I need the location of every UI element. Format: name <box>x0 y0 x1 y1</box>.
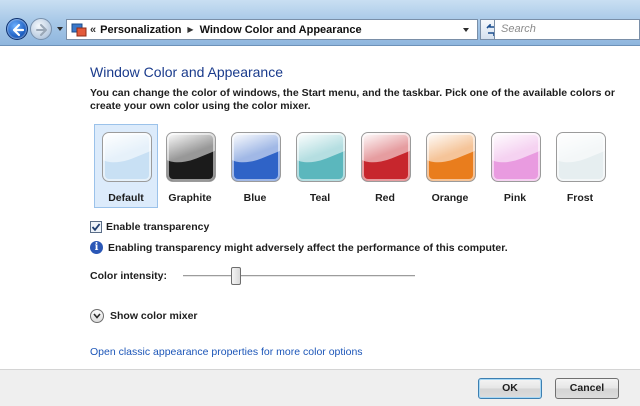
swatch-teal[interactable]: Teal <box>288 124 352 208</box>
swatch-blue[interactable]: Blue <box>223 124 287 208</box>
recent-pages-dropdown-icon[interactable] <box>55 24 65 34</box>
enable-transparency-checkbox[interactable] <box>90 221 102 233</box>
show-color-mixer-label[interactable]: Show color mixer <box>110 310 198 322</box>
swatch-blue-label: Blue <box>243 192 267 204</box>
title-bar: « Personalization ▶ Window Color and App… <box>0 0 640 46</box>
transparency-info-text: Enabling transparency might adversely af… <box>108 241 508 254</box>
address-bar[interactable]: « Personalization ▶ Window Color and App… <box>66 19 478 40</box>
address-overflow-chevron[interactable]: « <box>90 24 96 36</box>
forward-button[interactable] <box>30 18 52 40</box>
swatch-red[interactable]: Red <box>353 124 417 208</box>
back-arrow-icon <box>12 23 25 37</box>
color-intensity-slider-thumb[interactable] <box>231 267 242 285</box>
swatch-frost-tile[interactable] <box>556 132 606 182</box>
classic-appearance-link[interactable]: Open classic appearance properties for m… <box>90 346 363 358</box>
color-intensity-slider[interactable] <box>183 275 415 278</box>
swatch-frost[interactable]: Frost <box>548 124 612 208</box>
swatch-graphite-label: Graphite <box>168 192 212 204</box>
ok-button[interactable]: OK <box>478 378 542 399</box>
swatch-orange[interactable]: Orange <box>418 124 482 208</box>
swatch-red-tile[interactable] <box>361 132 411 182</box>
swatch-red-label: Red <box>375 192 395 204</box>
control-panel-icon <box>71 23 87 37</box>
swatch-default-tile[interactable] <box>102 132 152 182</box>
swatch-pink-tile[interactable] <box>491 132 541 182</box>
cancel-button[interactable]: Cancel <box>555 378 619 399</box>
swatch-graphite-tile[interactable] <box>166 132 216 182</box>
show-color-mixer-toggle[interactable]: Show color mixer <box>90 309 198 323</box>
checkmark-icon <box>91 223 101 232</box>
swatch-default[interactable]: Default <box>94 124 158 208</box>
page-description: You can change the color of windows, the… <box>90 87 615 112</box>
info-icon: i <box>90 241 103 254</box>
search-input[interactable]: Search <box>494 19 640 40</box>
enable-transparency-row[interactable]: Enable transparency <box>90 221 209 233</box>
transparency-info: i Enabling transparency might adversely … <box>90 241 508 254</box>
breadcrumb-window-color[interactable]: Window Color and Appearance <box>200 24 362 36</box>
chevron-down-icon[interactable] <box>90 309 104 323</box>
swatch-orange-label: Orange <box>431 192 469 204</box>
swatch-pink-label: Pink <box>503 192 527 204</box>
swatch-orange-tile[interactable] <box>426 132 476 182</box>
address-dropdown-icon[interactable] <box>461 25 471 35</box>
swatch-graphite[interactable]: Graphite <box>158 124 222 208</box>
dialog-footer <box>0 369 640 406</box>
forward-arrow-icon <box>36 24 47 36</box>
breadcrumb-personalization[interactable]: Personalization <box>100 24 181 36</box>
swatch-frost-label: Frost <box>566 192 594 204</box>
back-button[interactable] <box>6 18 28 40</box>
swatch-pink[interactable]: Pink <box>483 124 547 208</box>
swatch-blue-tile[interactable] <box>231 132 281 182</box>
swatch-default-label: Default <box>108 192 144 204</box>
swatch-teal-tile[interactable] <box>296 132 346 182</box>
enable-transparency-label[interactable]: Enable transparency <box>106 221 209 233</box>
page-title: Window Color and Appearance <box>90 64 284 80</box>
swatch-teal-label: Teal <box>309 192 331 204</box>
breadcrumb-separator-icon[interactable]: ▶ <box>187 25 193 34</box>
color-intensity-label: Color intensity: <box>90 270 168 282</box>
